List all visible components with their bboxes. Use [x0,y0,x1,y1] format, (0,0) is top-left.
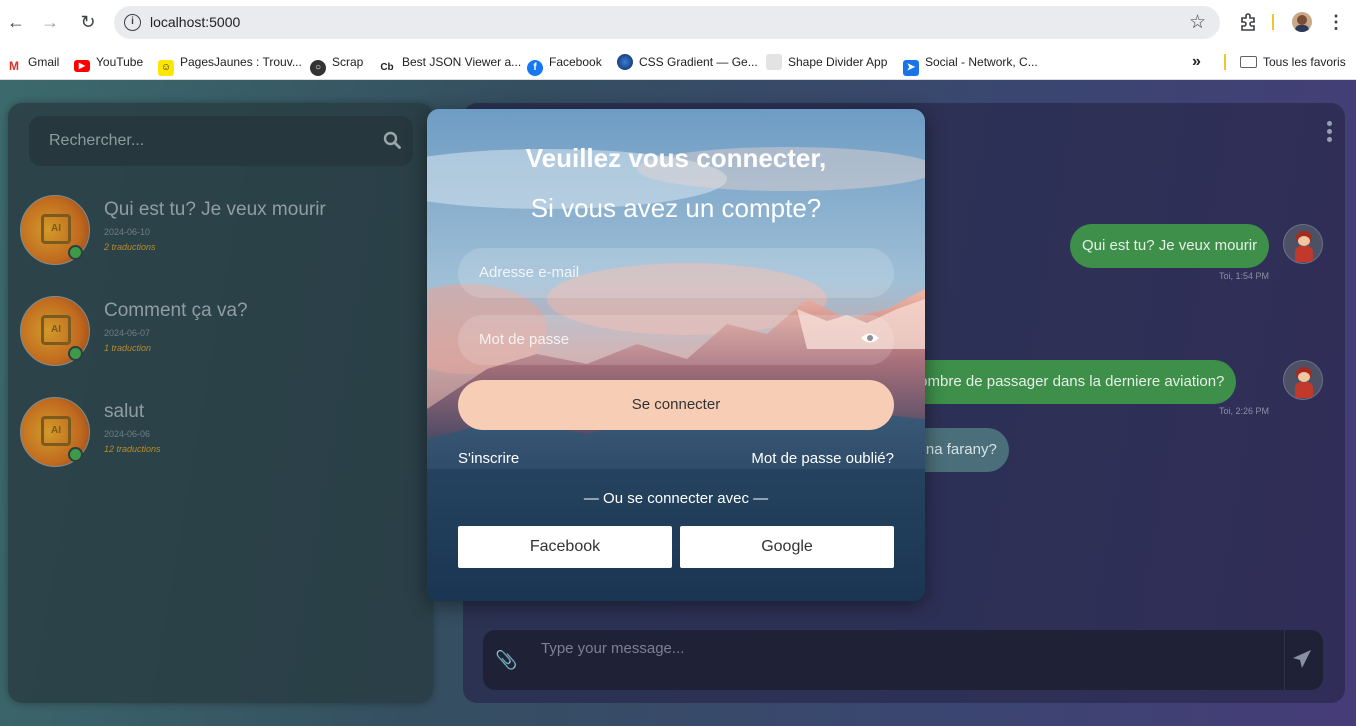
ai-chip-icon: AI [41,416,71,446]
conversation-item[interactable]: AI Qui est tu? Je veux mourir 2024-06-10… [20,195,420,267]
bookmarks-divider [1224,54,1226,70]
bookmark-label: CSS Gradient — Ge... [639,55,758,69]
password-field[interactable]: Mot de passe [458,315,894,365]
ai-chip-icon: AI [41,214,71,244]
password-placeholder: Mot de passe [479,331,570,348]
login-modal: Veuillez vous connecter, Si vous avez un… [427,109,925,601]
translation-count: 2 traductions [104,242,156,252]
message-composer: 📎 Type your message... [483,630,1323,690]
facebook-login-button[interactable]: Facebook [458,526,672,568]
bookmark-label: Social - Network, C... [925,55,1038,69]
bookmark-star-icon[interactable]: ☆ [1189,11,1206,34]
bookmark-label: Gmail [28,55,60,69]
bookmark-label: Scrap [332,55,364,69]
show-password-eye-icon[interactable] [860,331,880,345]
bookmarks-bar: M Gmail ▶ YouTube ☺ PagesJaunes : Trouv... … [0,44,1356,80]
bookmark-css-gradient[interactable]: CSS Gradient — Ge... [617,52,758,72]
profile-avatar[interactable] [1290,9,1314,35]
bookmark-json-viewer[interactable]: Cb Best JSON Viewer a... [378,52,522,76]
conversation-title: salut [104,401,145,422]
search-icon[interactable] [383,131,401,149]
login-title: Veuillez vous connecter, [525,143,827,173]
extensions-icon[interactable] [1236,9,1260,35]
menu-kebab-icon[interactable]: ⋮ [1326,9,1346,35]
gmail-icon: M [6,58,22,74]
bookmark-gmail[interactable]: M Gmail [6,52,60,74]
bookmark-label: Facebook [549,55,602,69]
address-bar[interactable]: i localhost:5000 ☆ [114,6,1220,39]
message-input[interactable]: Type your message... [525,630,1285,690]
conversation-sidebar: Rechercher... AI Qui est tu? Je veux mou… [8,103,433,703]
signup-link[interactable]: S'inscrire [458,450,519,467]
facebook-icon: f [527,60,543,76]
ai-chip-icon: AI [41,315,71,345]
bookmark-label: PagesJaunes : Trouv... [180,55,302,69]
bookmark-label: Best JSON Viewer a... [402,55,522,69]
browser-toolbar: ← → ↻ i localhost:5000 ☆ ⋮ [0,0,1356,44]
shapedivider-icon [766,54,782,70]
login-button[interactable]: Se connecter [458,380,894,430]
conversation-title: Qui est tu? Je veux mourir [104,199,326,220]
conversation-item[interactable]: AI salut 2024-06-06 12 traductions [20,397,420,469]
email-field[interactable]: Adresse e-mail [458,248,894,298]
google-login-button[interactable]: Google [680,526,894,568]
more-bookmarks-icon[interactable]: » [1192,52,1201,72]
chat-options-icon[interactable] [1327,121,1333,143]
toolbar-divider [1272,14,1274,30]
login-subtitle: Si vous avez un compte? [530,193,822,223]
bookmark-shape-divider[interactable]: Shape Divider App [766,52,887,72]
pagesjaunes-icon: ☺ [158,60,174,76]
bookmark-youtube[interactable]: ▶ YouTube [74,52,143,72]
message-bubble: le nombre de passager dans la derniere a… [883,360,1237,404]
conversation-date: 2024-06-10 [104,227,151,237]
back-icon[interactable]: ← [4,10,28,34]
forward-icon[interactable]: → [38,10,62,34]
user-avatar [1283,360,1323,400]
cssgradient-icon [617,54,633,70]
conversation-date: 2024-06-07 [104,328,151,338]
globe-icon: ○ [310,60,326,76]
user-avatar [1283,224,1323,264]
bookmark-facebook[interactable]: f Facebook [527,52,602,76]
online-status-dot [68,346,83,361]
paperclip-icon[interactable]: 📎 [495,650,517,671]
cb-icon: Cb [378,60,396,76]
social-icon: ➤ [903,60,919,76]
reload-icon[interactable]: ↻ [76,10,100,34]
youtube-icon: ▶ [74,60,90,72]
translation-count: 1 traduction [104,343,152,353]
bookmark-label: YouTube [96,55,144,69]
message-time: Toi, 1:54 PM [1219,271,1270,281]
conversation-item[interactable]: AI Comment ça va? 2024-06-07 1 traductio… [20,296,420,368]
bookmark-pagesjaunes[interactable]: ☺ PagesJaunes : Trouv... [158,52,302,76]
social-login-divider: — Ou se connecter avec — [583,490,769,507]
online-status-dot [68,447,83,462]
translation-count: 12 traductions [104,444,161,454]
message-bubble: Qui est tu? Je veux mourir [1070,224,1270,268]
all-bookmarks-label: Tous les favoris [1263,55,1346,69]
bookmark-scrap[interactable]: ○ Scrap [310,52,364,76]
site-info-icon[interactable]: i [124,14,141,31]
send-icon[interactable] [1291,648,1313,670]
conversation-date: 2024-06-06 [104,429,151,439]
email-placeholder: Adresse e-mail [479,264,580,281]
bookmark-social[interactable]: ➤ Social - Network, C... [903,52,1038,76]
folder-icon [1240,56,1257,68]
search-placeholder: Rechercher... [49,132,145,149]
online-status-dot [68,245,83,260]
search-input[interactable]: Rechercher... [29,116,413,166]
bookmark-label: Shape Divider App [788,55,888,69]
message-time: Toi, 2:26 PM [1219,406,1270,416]
conversation-title: Comment ça va? [104,300,248,321]
all-bookmarks-folder[interactable]: Tous les favoris [1240,52,1346,72]
forgot-password-link[interactable]: Mot de passe oublié? [751,450,894,467]
message-placeholder: Type your message... [541,640,685,657]
url-text: localhost:5000 [150,14,241,30]
